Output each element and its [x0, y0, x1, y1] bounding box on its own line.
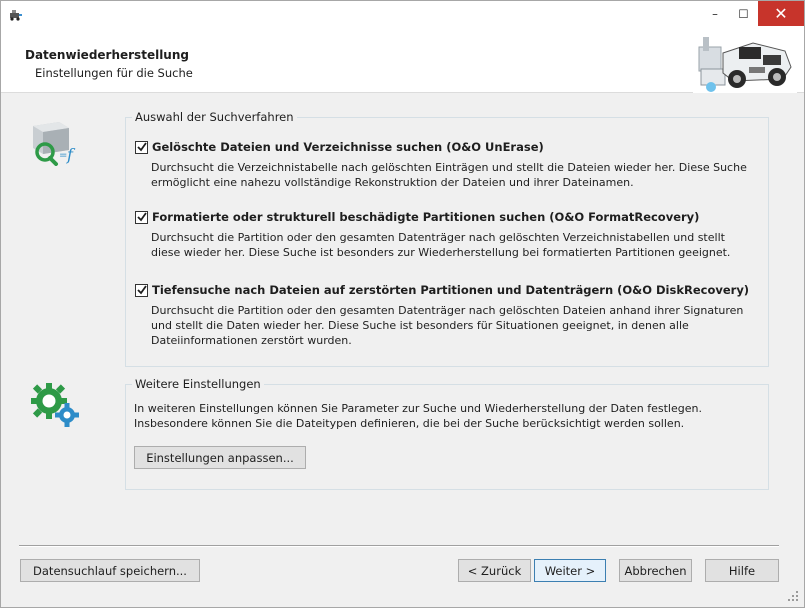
check-icon: [136, 212, 147, 222]
next-button[interactable]: Weiter >: [534, 559, 606, 582]
resize-grip-icon[interactable]: [788, 591, 798, 601]
option-diskrecovery[interactable]: Tiefensuche nach Dateien auf zerstörten …: [135, 283, 749, 297]
formatrecovery-checkbox[interactable]: [135, 210, 148, 224]
check-icon: [136, 285, 147, 295]
further-settings-group: Weitere Einstellungen In weiteren Einste…: [125, 377, 769, 490]
dialog-window: – ☐ ✕ Datenwiederherstellung Einstellung…: [0, 0, 805, 608]
option-formatrecovery[interactable]: Formatierte oder strukturell beschädigte…: [135, 210, 699, 224]
recovery-vehicle-logo: [693, 33, 797, 93]
cancel-button[interactable]: Abbrechen: [619, 559, 692, 582]
header-title: Datenwiederherstellung: [25, 48, 189, 62]
maximize-button[interactable]: ☐: [730, 1, 757, 26]
search-methods-group: Auswahl der Suchverfahren Gelöschte Date…: [125, 110, 769, 367]
adjust-settings-button[interactable]: Einstellungen anpassen...: [134, 446, 306, 469]
diskrecovery-label[interactable]: Tiefensuche nach Dateien auf zerstörten …: [152, 283, 749, 297]
close-button[interactable]: ✕: [758, 1, 804, 26]
help-button[interactable]: Hilfe: [705, 559, 779, 582]
formatrecovery-description: Durchsucht die Partition oder den gesamt…: [151, 231, 731, 259]
header-subtitle: Einstellungen für die Suche: [35, 66, 193, 80]
unerase-checkbox[interactable]: [135, 140, 148, 154]
further-settings-description: In weiteren Einstellungen können Sie Par…: [134, 402, 702, 430]
footer-separator-highlight: [19, 546, 779, 547]
check-icon: [136, 142, 147, 152]
unerase-label[interactable]: Gelöschte Dateien und Verzeichnisse such…: [152, 140, 544, 154]
minimize-button[interactable]: –: [701, 1, 729, 26]
diskrecovery-checkbox[interactable]: [135, 283, 148, 297]
formatrecovery-label[interactable]: Formatierte oder strukturell beschädigte…: [152, 210, 699, 224]
save-search-button[interactable]: Datensuchlauf speichern...: [20, 559, 200, 582]
svg-text:f: f: [66, 145, 76, 164]
gear-settings-icon: [31, 383, 79, 427]
search-methods-legend: Auswahl der Suchverfahren: [132, 110, 297, 124]
option-unerase[interactable]: Gelöschte Dateien und Verzeichnisse such…: [135, 140, 544, 154]
further-settings-legend: Weitere Einstellungen: [132, 377, 264, 391]
title-bar[interactable]: – ☐ ✕: [1, 1, 804, 31]
wizard-header: Datenwiederherstellung Einstellungen für…: [1, 31, 804, 93]
diskrecovery-description: Durchsucht die Partition oder den gesamt…: [151, 304, 744, 347]
recovery-app-icon: [10, 10, 22, 21]
unerase-description: Durchsucht die Verzeichnistabelle nach g…: [151, 161, 747, 189]
search-file-icon: = f: [33, 122, 76, 166]
back-button[interactable]: < Zurück: [458, 559, 531, 582]
